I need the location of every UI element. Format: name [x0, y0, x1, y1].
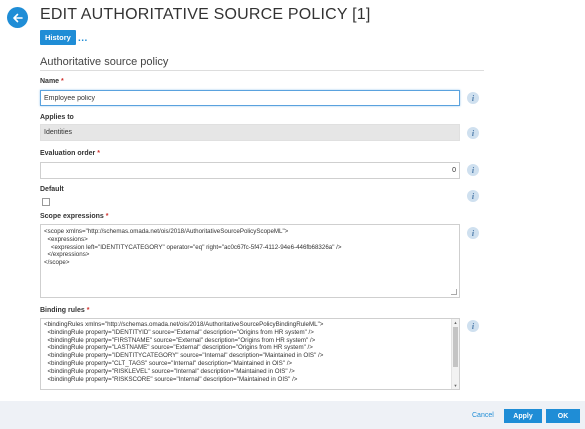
applies-to-label: Applies to — [40, 114, 74, 121]
binding-rules-scrollbar[interactable]: ▲ ▼ — [451, 319, 459, 389]
scope-expressions-text: <scope xmlns="http://schemas.omada.net/o… — [44, 228, 342, 267]
applies-to-field: Identities — [40, 124, 460, 141]
scroll-up-icon[interactable]: ▲ — [453, 320, 458, 325]
evaluation-order-label: Evaluation order * — [40, 150, 100, 157]
cancel-button[interactable]: Cancel — [472, 412, 494, 419]
section-title: Authoritative source policy — [40, 56, 169, 68]
binding-rules-label: Binding rules * — [40, 307, 89, 314]
section-divider — [40, 70, 484, 71]
info-icon[interactable]: i — [467, 320, 479, 332]
scope-expressions-label: Scope expressions * — [40, 213, 109, 220]
info-icon[interactable]: i — [467, 190, 479, 202]
scope-expressions-label-text: Scope expressions — [40, 213, 104, 220]
binding-rules-label-text: Binding rules — [40, 307, 85, 314]
apply-button[interactable]: Apply — [504, 409, 542, 423]
ok-button[interactable]: OK — [546, 409, 580, 423]
info-icon[interactable]: i — [467, 164, 479, 176]
required-marker: * — [61, 78, 64, 85]
name-label-text: Name — [40, 78, 60, 85]
binding-rules-text: <bindingRules xmlns="http://schemas.omad… — [44, 321, 324, 383]
applies-to-value: Identities — [44, 129, 73, 136]
history-button[interactable]: History — [40, 30, 76, 45]
more-options-button[interactable]: ... — [78, 33, 88, 44]
default-label: Default — [40, 186, 64, 193]
scroll-down-icon[interactable]: ▼ — [453, 383, 458, 388]
required-marker: * — [105, 213, 109, 220]
scroll-thumb[interactable] — [453, 327, 458, 367]
evaluation-order-value: 0 — [452, 167, 456, 174]
arrow-left-icon — [12, 13, 23, 22]
evaluation-order-input[interactable]: 0 — [40, 162, 460, 179]
resize-handle[interactable] — [451, 289, 457, 295]
page-title: EDIT AUTHORITATIVE SOURCE POLICY [1] — [40, 6, 371, 23]
info-icon[interactable]: i — [467, 227, 479, 239]
info-icon[interactable]: i — [467, 92, 479, 104]
back-button[interactable] — [7, 7, 28, 28]
required-marker: * — [86, 307, 90, 314]
name-label: Name * — [40, 78, 64, 85]
default-checkbox[interactable] — [42, 198, 50, 206]
name-input[interactable] — [40, 90, 460, 106]
footer-bar — [0, 401, 585, 429]
evaluation-order-label-text: Evaluation order — [40, 150, 96, 157]
scope-expressions-textarea[interactable]: <scope xmlns="http://schemas.omada.net/o… — [40, 224, 460, 298]
info-icon[interactable]: i — [467, 127, 479, 139]
binding-rules-textarea[interactable]: <bindingRules xmlns="http://schemas.omad… — [40, 318, 460, 390]
required-marker: * — [97, 150, 100, 157]
